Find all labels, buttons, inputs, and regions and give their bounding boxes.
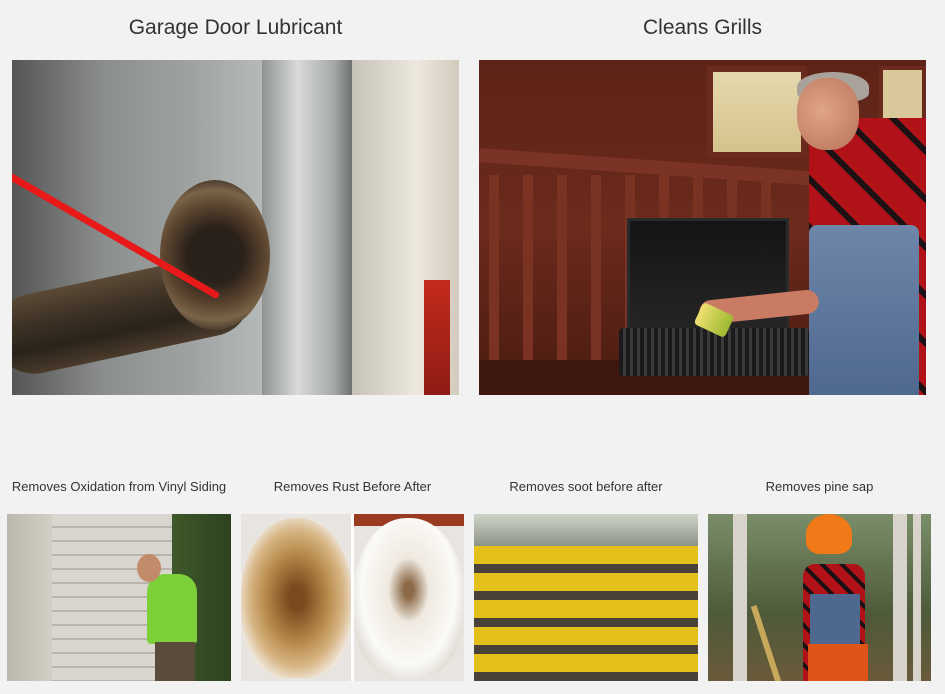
birch-tree <box>913 514 921 681</box>
garage-door-lubricant-caption: Garage Door Lubricant <box>128 16 343 39</box>
cleaned-area <box>474 546 586 681</box>
vinyl-siding-caption: Removes Oxidation from Vinyl Siding <box>11 479 227 494</box>
pants <box>155 642 195 681</box>
cleans-grills-photo[interactable] <box>479 60 926 395</box>
man-head <box>137 554 161 582</box>
rust-caption: Removes Rust Before After <box>273 479 432 494</box>
orange-helmet <box>806 514 852 554</box>
vinyl-siding-photo[interactable] <box>7 514 231 681</box>
green-shirt <box>147 574 197 644</box>
orange-pants <box>808 644 868 681</box>
cleans-grills-caption: Cleans Grills <box>642 16 763 39</box>
door-rail <box>262 60 352 395</box>
pine-sap-caption: Removes pine sap <box>765 479 874 494</box>
soot-before-after-photo[interactable] <box>474 514 698 681</box>
man-head <box>797 78 859 150</box>
house-window <box>707 66 807 158</box>
grill-grate <box>619 328 809 376</box>
pine-sap-photo[interactable] <box>708 514 931 681</box>
soot-top <box>474 514 698 546</box>
before-after-divider <box>351 514 354 681</box>
overalls <box>809 225 919 395</box>
red-handle <box>424 280 450 395</box>
garage-door-lubricant-photo[interactable] <box>12 60 459 395</box>
birch-tree <box>733 514 747 681</box>
wood-stick <box>750 605 782 681</box>
clean-toilet-bowl <box>353 518 464 678</box>
birch-tree <box>893 514 907 681</box>
rusty-toilet-bowl <box>241 518 352 678</box>
bearing <box>160 180 270 330</box>
rust-before-after-photo[interactable] <box>241 514 464 681</box>
soot-caption: Removes soot before after <box>509 479 663 494</box>
